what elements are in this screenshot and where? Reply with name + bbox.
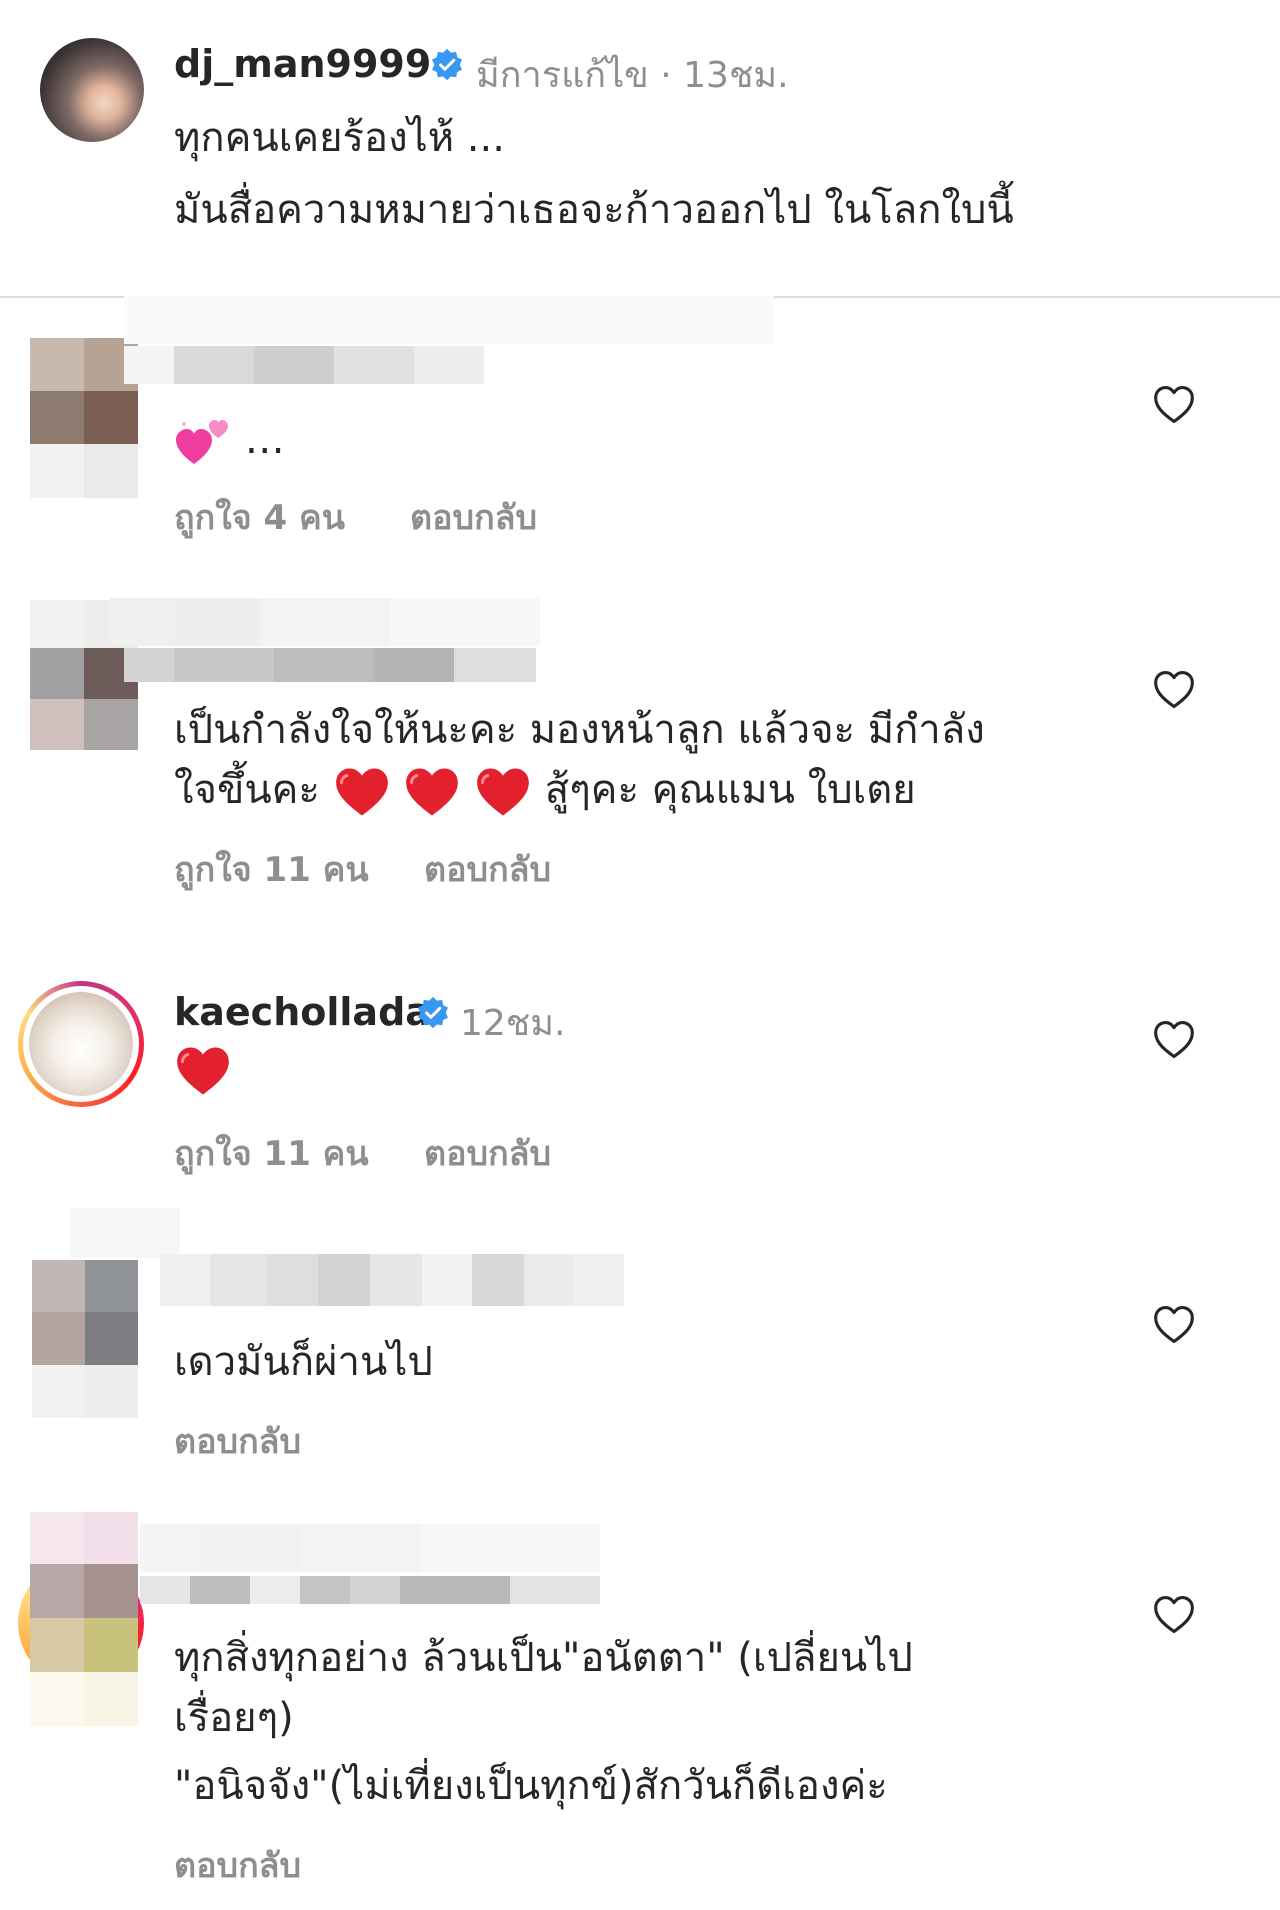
- caption-line-2: มันสื่อความหมายว่าเธอจะก้าวออกไป ในโลกใบ…: [174, 187, 1014, 233]
- heart-outline-icon[interactable]: [1152, 668, 1196, 712]
- comment-5-top-redacted: [140, 1524, 600, 1572]
- red-heart-emoji: [477, 768, 529, 816]
- caption-avatar[interactable]: [40, 38, 144, 142]
- post-time: 13ชม.: [683, 55, 789, 96]
- comment-2-text-line-2: ใจขึ้นคะ สู้ๆคะ คุณแมน ใบเตย: [174, 760, 916, 820]
- comment-4-avatar-redacted[interactable]: [32, 1260, 138, 1418]
- comment-1-top-redacted: [124, 296, 774, 344]
- comment-4-text: เดวมันก็ผ่านไป: [174, 1339, 433, 1385]
- comment-3-time: 12ชม.: [460, 1003, 566, 1044]
- red-heart-emoji: [335, 768, 388, 816]
- avatar-image: [29, 992, 133, 1096]
- heart-outline-icon[interactable]: [1152, 1018, 1196, 1062]
- comment-1-likes[interactable]: ถูกใจ 4 คน: [174, 490, 345, 544]
- caption-line-1: ทุกคนเคยร้องไห้ ...: [174, 115, 505, 161]
- comment-1-text: …: [174, 410, 285, 470]
- avatar-image: [40, 38, 144, 142]
- comment-4-top-redacted: [70, 1208, 180, 1258]
- meta-dot: ·: [660, 55, 672, 96]
- verified-badge-icon: [418, 996, 448, 1029]
- comment-2-username-redacted[interactable]: [124, 648, 536, 682]
- comment-1-avatar-redacted[interactable]: [30, 338, 138, 498]
- comment-5-text-line-3: "อนิจจัง"(ไม่เที่ยงเป็นทุกข์)สักวันก็ดีเ…: [174, 1763, 888, 1809]
- comment-1-ellipsis: …: [244, 417, 285, 463]
- comment-4-reply-button[interactable]: ตอบกลับ: [174, 1414, 301, 1468]
- edited-label: มีการแก้ไข: [476, 55, 649, 96]
- sparkling-hearts-emoji: [176, 420, 228, 464]
- comment-5-avatar-redacted[interactable]: [30, 1512, 138, 1726]
- comment-1-username-redacted[interactable]: [124, 346, 484, 384]
- red-heart-emoji: [406, 768, 459, 816]
- comment-3-username[interactable]: kaechollada: [174, 990, 431, 1034]
- comment-2-likes[interactable]: ถูกใจ 11 คน: [174, 842, 369, 896]
- comment-5-text-line-2: เรื่อยๆ): [174, 1695, 294, 1741]
- comment-3-avatar[interactable]: [29, 992, 133, 1096]
- comment-2-reply-button[interactable]: ตอบกลับ: [424, 842, 551, 896]
- comment-5-text-line-1: ทุกสิ่งทุกอย่าง ล้วนเป็น"อนัตตา" (เปลี่ย…: [174, 1635, 913, 1681]
- comment-5-username-redacted[interactable]: [140, 1576, 600, 1604]
- comment-2-top-redacted: [110, 598, 540, 646]
- heart-outline-icon[interactable]: [1152, 1303, 1196, 1347]
- red-heart-emoji: [177, 1047, 229, 1095]
- comment-2-text-line-1: เป็นกำลังใจให้นะคะ มองหน้าลูก แล้วจะ มีก…: [174, 707, 985, 753]
- comment-3-likes[interactable]: ถูกใจ 11 คน: [174, 1126, 369, 1180]
- comment-5-reply-button[interactable]: ตอบกลับ: [174, 1838, 301, 1892]
- caption-username[interactable]: dj_man9999: [174, 42, 431, 86]
- heart-outline-icon[interactable]: [1152, 1593, 1196, 1637]
- comment-1-reply-button[interactable]: ตอบกลับ: [410, 490, 537, 544]
- comment-3-reply-button[interactable]: ตอบกลับ: [424, 1126, 551, 1180]
- heart-outline-icon[interactable]: [1152, 383, 1196, 427]
- verified-badge-icon: [432, 48, 462, 81]
- comment-4-username-redacted[interactable]: [160, 1254, 674, 1306]
